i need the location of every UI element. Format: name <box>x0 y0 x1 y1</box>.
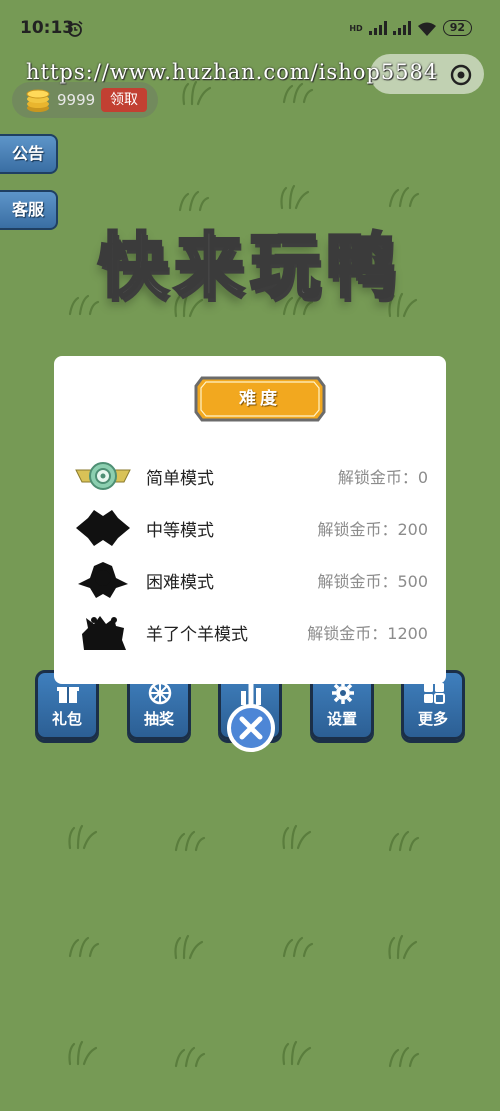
mode-name: 困难模式 <box>146 573 214 593</box>
claim-button[interactable]: 领取 <box>101 88 147 112</box>
mode-row-easy[interactable]: 简单模式 解锁金币：0 <box>54 454 446 498</box>
settings-label: 设置 <box>326 710 357 728</box>
signal-strength-icon <box>368 21 387 35</box>
status-bar: 10:13 HD 92 <box>0 0 500 60</box>
prize-wheel-icon <box>148 681 172 705</box>
grass-tuft-icon <box>68 1040 98 1066</box>
grass-tuft-icon <box>68 824 98 850</box>
mode-name: 中等模式 <box>146 521 214 541</box>
gold-coins-icon <box>26 89 50 112</box>
mode-name: 简单模式 <box>146 469 214 489</box>
alarm-clock-icon <box>67 20 83 37</box>
grass-tuft-icon <box>178 190 210 212</box>
mode-unlock-cost: 解锁金币：200 <box>317 520 428 539</box>
status-indicators: HD 92 <box>349 20 472 36</box>
dialog-title: 难度 <box>239 389 281 409</box>
grass-tuft-icon <box>282 824 312 850</box>
gift-icon <box>57 687 79 703</box>
lottery-label: 抽奖 <box>143 710 174 728</box>
signal-strength-icon <box>392 21 411 35</box>
sheep-mode-badge-icon <box>82 616 126 650</box>
grass-tuft-icon <box>280 184 310 210</box>
mode-name: 羊了个羊模式 <box>146 625 248 645</box>
grass-tuft-icon <box>282 936 314 958</box>
battery-level: 92 <box>442 20 472 36</box>
mode-row-sheep[interactable]: 羊了个羊模式 解锁金币：1200 <box>54 610 446 654</box>
mode-row-medium[interactable]: 中等模式 解锁金币：200 <box>54 506 446 550</box>
grid-icon <box>424 683 445 704</box>
leaderboard-icon <box>241 683 261 705</box>
grass-tuft-icon <box>174 934 204 960</box>
grass-tuft-icon <box>282 1040 312 1066</box>
hard-mode-badge-icon <box>78 562 128 598</box>
grass-tuft-icon <box>388 1046 420 1068</box>
gift-label: 礼包 <box>51 710 82 728</box>
mode-unlock-cost: 解锁金币：1200 <box>307 624 428 643</box>
medium-mode-badge-icon <box>76 510 130 546</box>
mode-row-hard[interactable]: 困难模式 解锁金币：500 <box>54 558 446 602</box>
network-type-label: HD <box>349 23 363 33</box>
mode-unlock-cost: 解锁金币：500 <box>317 572 428 591</box>
grass-tuft-icon <box>388 934 418 960</box>
grass-tuft-icon <box>174 1046 206 1068</box>
watermark: https://www.huzhan.com/ishop5584 <box>26 60 439 84</box>
grass-tuft-icon <box>388 186 420 208</box>
difficulty-dialog: 难度 简单模式 解锁金币：0 中等模式 解锁金币：200 困难模式 解锁金币：5… <box>54 356 446 684</box>
grass-tuft-icon <box>174 830 206 852</box>
game-title: 快来玩鸭 <box>97 224 402 309</box>
target-close-icon[interactable] <box>450 64 472 86</box>
wifi-icon <box>417 22 436 36</box>
grass-tuft-icon <box>388 830 420 852</box>
more-label: 更多 <box>417 710 448 728</box>
gear-icon <box>332 682 354 704</box>
close-icon[interactable] <box>226 703 276 753</box>
easy-mode-badge-icon <box>75 462 131 490</box>
mode-unlock-cost: 解锁金币：0 <box>337 468 428 487</box>
coin-amount: 9999 <box>57 91 96 109</box>
notice-button[interactable]: 公告 <box>0 134 58 174</box>
grass-tuft-icon <box>68 936 100 958</box>
